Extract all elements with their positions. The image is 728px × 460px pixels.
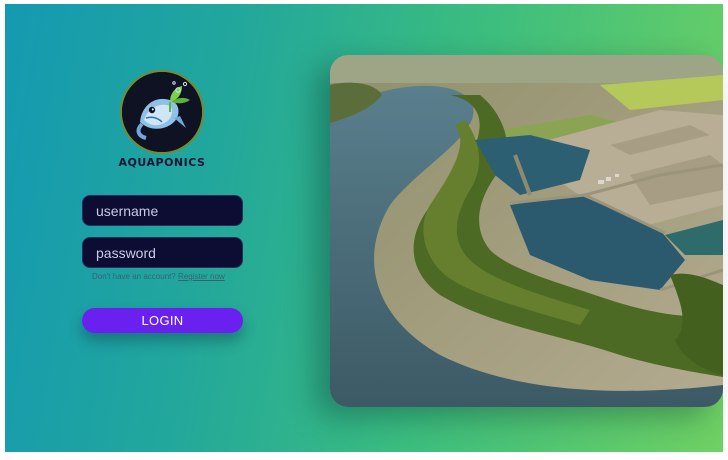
aerial-ponds-image [330,55,723,407]
register-prompt-text: Don't have an account? [92,272,176,281]
brand-name: AQUAPONICS [118,156,206,169]
register-prompt: Don't have an account? Register now [92,272,225,281]
password-input[interactable] [82,237,243,268]
fish-plant-logo-icon [120,70,204,154]
register-now-link[interactable]: Register now [178,272,225,281]
login-button[interactable]: LOGIN [82,308,243,333]
username-input[interactable] [82,195,243,226]
